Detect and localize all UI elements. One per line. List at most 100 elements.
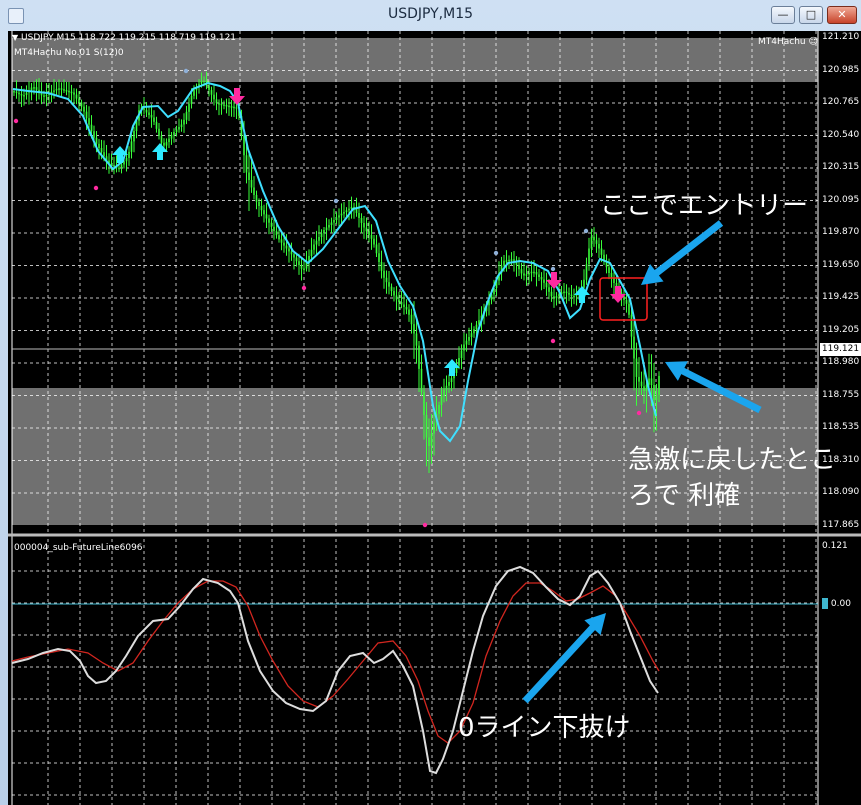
candle-body — [163, 142, 165, 146]
chart-symbol-info: ▼ USDJPY,M15 118.722 119.215 118.719 119… — [12, 33, 236, 43]
candle-body — [315, 240, 318, 245]
candle-body — [550, 291, 553, 297]
entry-pointer-arrow-shape — [641, 220, 724, 285]
candle-body — [160, 135, 163, 143]
candle-body — [150, 115, 153, 118]
candle-body — [625, 300, 628, 304]
candle-body — [85, 111, 88, 119]
candle-body — [448, 382, 450, 386]
price-tick-label: 119.870 — [822, 227, 860, 237]
candle-body — [283, 242, 285, 246]
candle-body — [595, 240, 598, 244]
price-tick-label: 120.095 — [822, 194, 860, 205]
minimize-button[interactable]: — — [771, 6, 795, 24]
candle-body — [210, 90, 213, 95]
candle-body — [600, 248, 603, 255]
price-tick-label: 118.755 — [822, 389, 860, 400]
candle-body — [638, 376, 640, 382]
candle-body — [570, 294, 573, 297]
candle-body — [373, 238, 375, 245]
candle-body — [365, 227, 368, 232]
candle-body — [225, 105, 228, 107]
candle-body — [393, 291, 395, 296]
candle-body — [410, 314, 413, 325]
up-arrow-shape — [152, 143, 168, 160]
low-dot — [550, 338, 556, 344]
candle-body — [93, 131, 95, 138]
candle-body — [508, 259, 510, 262]
candle-body — [443, 389, 445, 397]
main-indicator-label: MT4Hachu No.01 S(12)0 — [14, 48, 124, 58]
candle-body — [468, 337, 470, 341]
candle-body — [68, 90, 70, 93]
candle-body — [175, 129, 178, 132]
candle-body — [385, 277, 388, 283]
candle-body — [203, 80, 205, 83]
title-bar[interactable]: USDJPY,M15 — □ ✕ — [0, 0, 861, 30]
candle-body — [415, 333, 418, 346]
candle-body — [70, 91, 73, 94]
candle-body — [473, 329, 475, 334]
candle-body — [503, 260, 505, 266]
candle-body — [233, 106, 235, 109]
candle-body — [320, 233, 323, 237]
candle-body — [413, 324, 415, 334]
maximize-button[interactable]: □ — [799, 6, 823, 24]
chart-area[interactable]: ▼ USDJPY,M15 118.722 119.215 118.719 119… — [8, 31, 861, 805]
candle-body — [298, 261, 300, 265]
candle-body — [525, 274, 528, 276]
down-arrow-marker — [546, 272, 562, 289]
sub-indicator-label: 000004_sub-FutureLine6096 — [14, 543, 143, 553]
candle-body — [510, 259, 513, 261]
window-title: USDJPY,M15 — [387, 6, 474, 22]
candle-body — [418, 345, 420, 369]
candle-body — [335, 217, 338, 220]
candle-body — [248, 172, 250, 180]
candle-body — [338, 215, 340, 218]
zero-cross-pointer-arrow — [522, 613, 606, 704]
candle-body — [98, 143, 100, 148]
price-tick-label: 119.425 — [822, 292, 860, 302]
low-dot — [301, 285, 307, 291]
candle-body — [640, 381, 643, 387]
candle-body — [280, 239, 283, 243]
candle-body — [60, 88, 63, 90]
candle-body — [188, 103, 190, 112]
candle-body — [80, 102, 83, 107]
candle-body — [465, 340, 468, 345]
candle-body — [235, 107, 238, 109]
low-dot — [422, 522, 428, 528]
candle-body — [608, 267, 610, 273]
chart-canvas — [8, 31, 861, 805]
candle-body — [208, 85, 210, 91]
candle-body — [658, 376, 660, 395]
candle-body — [340, 213, 343, 216]
expert-name: MT4Hachu — [758, 37, 806, 47]
candle-body — [430, 433, 433, 446]
candle-body — [565, 291, 568, 294]
up-arrow-marker — [152, 143, 168, 160]
expert-advisor-label[interactable]: MT4Hachu ☺ — [758, 37, 818, 47]
candle-body — [95, 137, 98, 144]
close-button[interactable]: ✕ — [827, 6, 857, 24]
candle-body — [193, 89, 195, 96]
candle-body — [545, 282, 548, 288]
collapse-icon[interactable]: ▼ — [12, 33, 18, 42]
candle-body — [548, 287, 550, 292]
exit-annotation-line1: 急激に戻したとこ — [628, 445, 837, 475]
candle-body — [460, 350, 463, 358]
candle-body — [363, 223, 365, 228]
price-tick-label: 120.540 — [822, 129, 860, 140]
candle-body — [183, 119, 185, 125]
candle-body — [653, 385, 655, 400]
candle-body — [278, 235, 280, 240]
low-dot — [93, 185, 99, 191]
candle-body — [323, 230, 325, 234]
price-tick-label: 120.765 — [822, 97, 860, 107]
entry-annotation: ここでエントリー — [600, 191, 809, 221]
candle-body — [405, 307, 408, 310]
candle-body — [345, 210, 348, 212]
candle-body — [130, 141, 133, 152]
candle-body — [505, 260, 508, 262]
candle-body — [58, 88, 60, 90]
